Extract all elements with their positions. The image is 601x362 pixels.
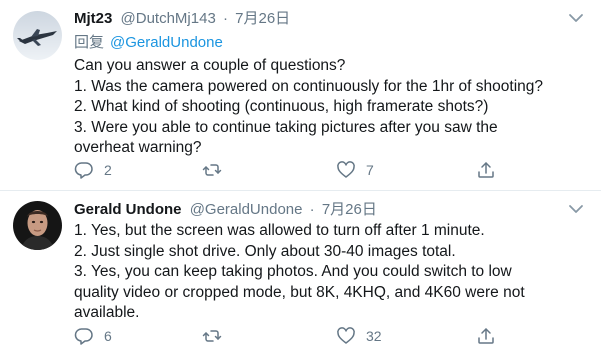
tweet-thread: Mjt23 @DutchMj143 · 7月26日 回复 @GeraldUndon…	[0, 0, 601, 362]
reply-button[interactable]: 6	[74, 324, 112, 348]
tweet-actions: 2 7	[74, 158, 514, 182]
tweet-header: Mjt23 @DutchMj143 · 7月26日	[74, 9, 561, 29]
heart-icon	[336, 160, 356, 180]
display-name[interactable]: Gerald Undone	[74, 201, 182, 218]
tweet-text-line: 3. Were you able to continue taking pict…	[74, 118, 498, 136]
tweet-actions: 6 32	[74, 324, 514, 348]
tweet-text-line: quality video or cropped mode, but 8K, 4…	[74, 283, 525, 301]
share-button[interactable]	[476, 324, 496, 348]
avatar[interactable]	[13, 201, 62, 250]
separator: ·	[309, 201, 315, 218]
tweet-text-line: 1. Yes, but the screen was allowed to tu…	[74, 222, 485, 239]
retweet-icon	[202, 160, 222, 180]
display-name[interactable]: Mjt23	[74, 10, 112, 27]
retweet-button[interactable]	[202, 158, 232, 182]
like-count: 7	[366, 162, 374, 178]
share-icon	[476, 160, 496, 180]
reply-count: 6	[104, 328, 112, 344]
user-handle[interactable]: @DutchMj143	[121, 10, 216, 27]
tweet[interactable]: Mjt23 @DutchMj143 · 7月26日 回复 @GeraldUndon…	[0, 0, 601, 191]
tweet-text-line: available.	[74, 304, 140, 321]
tweet[interactable]: Gerald Undone @GeraldUndone · 7月26日 1. Y…	[0, 191, 601, 362]
reply-count: 2	[104, 162, 112, 178]
reply-button[interactable]: 2	[74, 158, 112, 182]
user-handle[interactable]: @GeraldUndone	[190, 201, 303, 218]
tweet-header: Gerald Undone @GeraldUndone · 7月26日	[74, 200, 561, 220]
avatar[interactable]	[13, 11, 62, 60]
heart-icon	[336, 326, 356, 346]
share-button[interactable]	[476, 158, 496, 182]
tweet-text-line: overheat warning?	[74, 139, 202, 156]
tweet-text-line: 1. Was the camera powered on continuousl…	[74, 77, 544, 95]
chevron-down-icon[interactable]	[565, 8, 587, 28]
chevron-down-icon[interactable]	[565, 199, 587, 219]
tweet-text-line: 3. Yes, you can keep taking photos. And …	[74, 263, 512, 280]
reply-mention-link[interactable]: @GeraldUndone	[110, 34, 223, 51]
tweet-text-line: 2. What kind of shooting (continuous, hi…	[74, 98, 489, 115]
retweet-icon	[202, 326, 222, 346]
timestamp[interactable]: 7月26日	[235, 10, 290, 27]
timestamp[interactable]: 7月26日	[322, 201, 377, 218]
like-count: 32	[366, 328, 382, 344]
reply-prefix: 回复	[74, 34, 105, 51]
separator: ·	[222, 10, 228, 27]
tweet-text-line: 2. Just single shot drive. Only about 30…	[74, 242, 456, 260]
share-icon	[476, 326, 496, 346]
like-button[interactable]: 7	[336, 158, 374, 182]
reply-icon	[74, 326, 94, 346]
tweet-text: 1. Yes, but the screen was allowed to tu…	[74, 221, 587, 324]
retweet-button[interactable]	[202, 324, 232, 348]
tweet-text: Can you answer a couple of questions? 1.…	[74, 56, 587, 159]
reply-context: 回复 @GeraldUndone	[74, 33, 223, 53]
reply-icon	[74, 160, 94, 180]
like-button[interactable]: 32	[336, 324, 382, 348]
tweet-text-line: Can you answer a couple of questions?	[74, 57, 346, 74]
